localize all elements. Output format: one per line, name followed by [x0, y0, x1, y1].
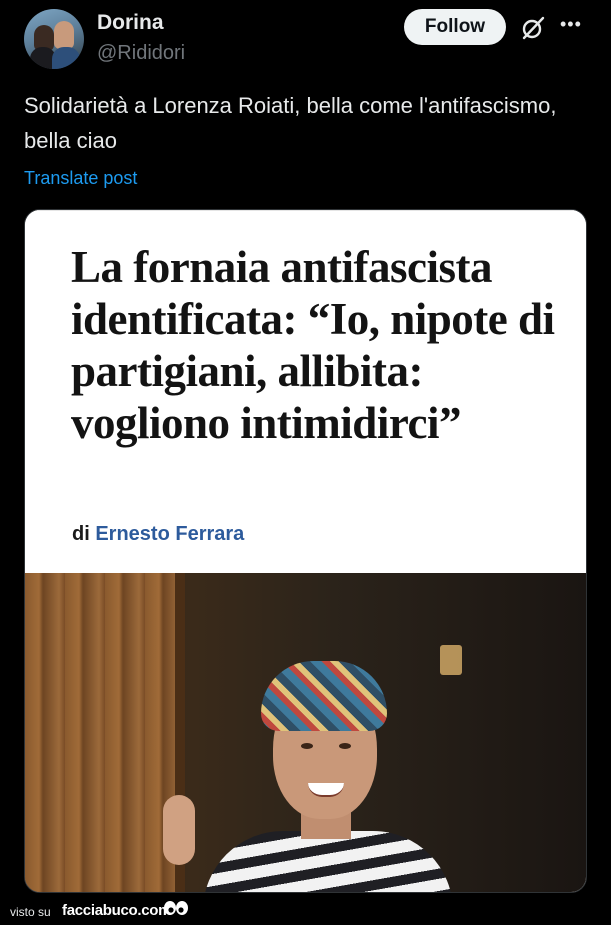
- article-screenshot: La fornaia antifascista identificata: “I…: [25, 210, 586, 573]
- head-scarf: [261, 661, 387, 731]
- article-photo: [25, 573, 586, 892]
- post-media-image[interactable]: La fornaia antifascista identificata: “I…: [24, 209, 587, 893]
- article-headline: La fornaia antifascista identificata: “I…: [71, 242, 555, 448]
- wooden-door: [25, 573, 185, 892]
- eyes-logo-icon: [164, 901, 188, 915]
- byline-author: Ernesto Ferrara: [95, 523, 245, 545]
- grok-icon[interactable]: [520, 15, 546, 41]
- background-lamp: [440, 645, 462, 675]
- byline-prefix: di: [72, 523, 90, 545]
- hand: [163, 795, 195, 865]
- watermark-footer: visto su facciabuco.com: [0, 897, 611, 925]
- author-handle[interactable]: @Rididori: [97, 42, 185, 65]
- author-display-name[interactable]: Dorina: [97, 11, 164, 35]
- follow-button[interactable]: Follow: [404, 9, 506, 45]
- translate-post-link[interactable]: Translate post: [24, 168, 137, 189]
- striped-shirt: [203, 831, 453, 892]
- post-text: Solidarietà a Lorenza Roiati, bella come…: [24, 93, 557, 153]
- brand-label: facciabuco.com: [62, 902, 172, 919]
- avatar[interactable]: [24, 9, 84, 69]
- post-header: Dorina @Rididori Follow •••: [0, 0, 611, 80]
- article-byline: di Ernesto Ferrara: [72, 523, 244, 546]
- more-icon[interactable]: •••: [560, 14, 582, 35]
- visto-su-label: visto su: [10, 905, 51, 919]
